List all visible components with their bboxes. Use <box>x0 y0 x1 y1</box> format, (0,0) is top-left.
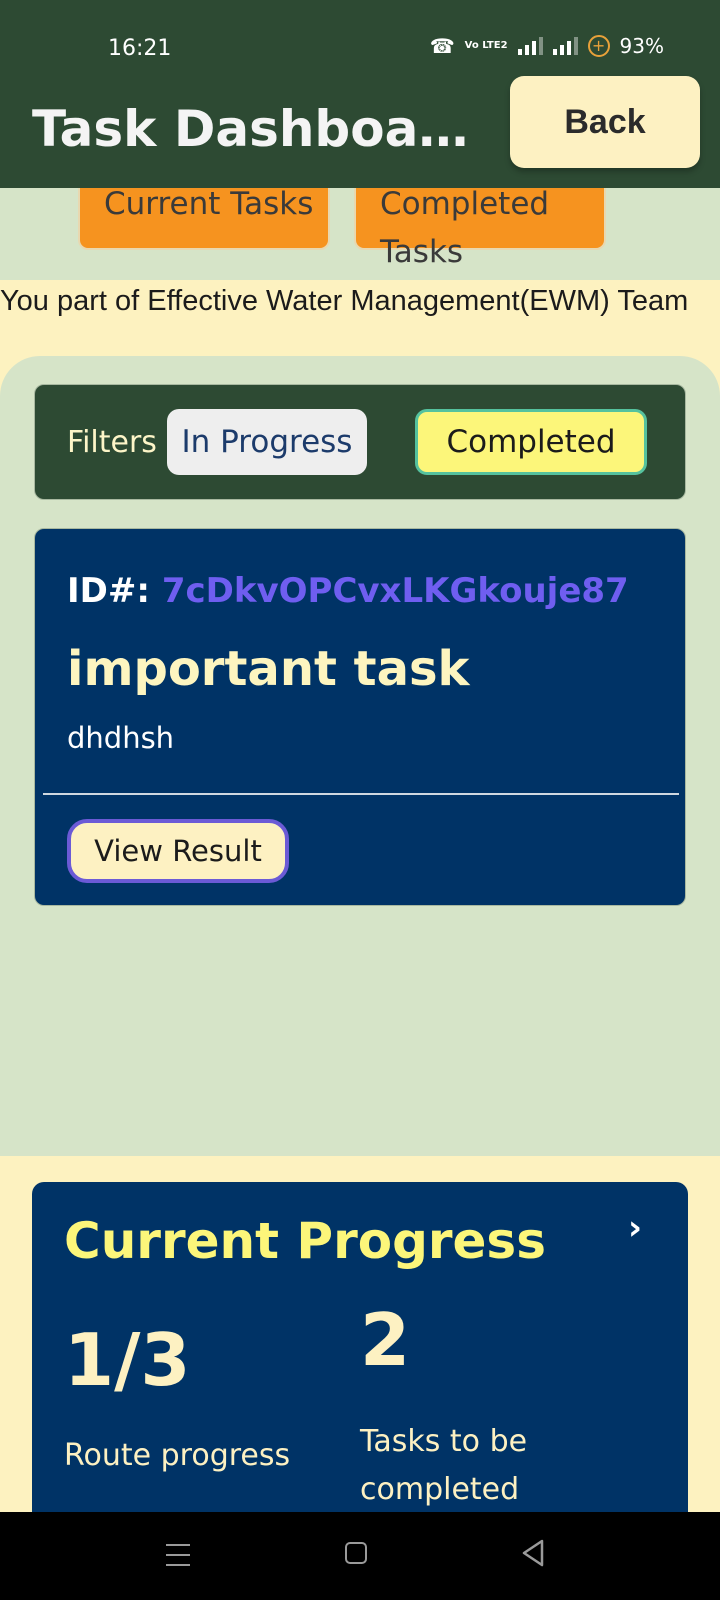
status-time: 16:21 <box>108 36 172 61</box>
tasks-panel: Filters In Progress Completed ID#: 7cDkv… <box>0 356 720 1156</box>
navigation-bar <box>0 1512 720 1600</box>
app-header: Task Dashboard Back <box>0 76 720 188</box>
battery-saver-icon: + <box>587 35 610 57</box>
signal-icon <box>552 37 578 55</box>
tasks-remaining-value: 2 <box>360 1298 411 1382</box>
tab-completed-tasks[interactable]: Completed Tasks <box>354 188 606 270</box>
page-title: Task Dashboard <box>32 100 472 158</box>
task-card: ID#: 7cDkvOPCvxLKGkouje87 important task… <box>34 528 686 906</box>
tab-current-tasks[interactable]: Current Tasks <box>78 188 330 250</box>
progress-title: Current Progress <box>64 1212 546 1270</box>
tab-strip: Current Tasks Completed Tasks <box>0 188 720 280</box>
signal-icon <box>517 37 543 55</box>
team-marquee-text: You part of Effective Water Management(E… <box>0 285 689 317</box>
filters-bar: Filters In Progress Completed <box>34 384 686 500</box>
view-result-button[interactable]: View Result <box>67 819 289 883</box>
battery-percent: 93% <box>619 34 664 58</box>
task-id-row: ID#: 7cDkvOPCvxLKGkouje87 <box>67 571 629 611</box>
home-icon[interactable] <box>345 1542 367 1564</box>
tasks-remaining-label: Tasks to be completed <box>360 1424 528 1507</box>
volte-icon: Vo LTE2 <box>464 40 508 51</box>
task-id-value: 7cDkvOPCvxLKGkouje87 <box>161 571 629 611</box>
back-button[interactable]: Back <box>510 76 700 168</box>
filters-label: Filters <box>67 425 157 460</box>
task-id-label: ID#: <box>67 571 150 611</box>
status-icons: ☎ Vo LTE2 + 93% <box>430 34 664 58</box>
route-progress-value: 1/3 <box>64 1318 191 1402</box>
filter-completed-button[interactable]: Completed <box>415 409 647 475</box>
filter-in-progress-button[interactable]: In Progress <box>167 409 367 475</box>
route-progress-label: Route progress <box>64 1438 291 1473</box>
task-description: dhdhsh <box>67 721 175 755</box>
back-triangle-icon[interactable] <box>520 1538 546 1568</box>
progress-card[interactable]: Current Progress › 1/3 Route progress 2 … <box>32 1182 688 1512</box>
chevron-right-icon[interactable]: › <box>628 1208 642 1248</box>
wifi-calling-icon: ☎ <box>429 34 455 58</box>
recent-apps-icon[interactable] <box>166 1544 190 1566</box>
divider <box>43 793 679 795</box>
status-bar: 16:21 ☎ Vo LTE2 + 93% <box>0 0 720 76</box>
task-title: important task <box>67 641 470 697</box>
